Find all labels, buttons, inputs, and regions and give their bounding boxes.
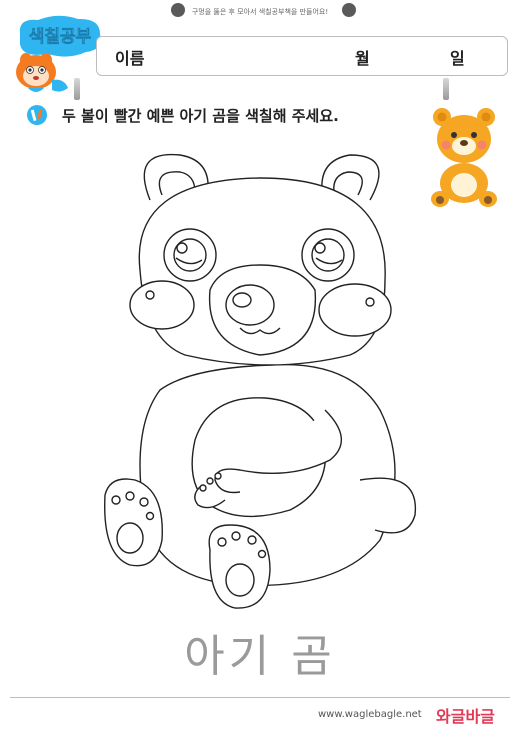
- coloring-bear-line-art: [90, 140, 430, 620]
- binder-clip-right: [443, 78, 449, 100]
- binder-clip-left: [74, 78, 80, 100]
- sample-bear-illustration: [426, 105, 502, 210]
- footer-divider: [10, 697, 510, 698]
- name-date-box: [96, 36, 508, 76]
- name-label: 이름: [115, 49, 145, 68]
- picture-title: 아기 곰: [184, 631, 336, 682]
- task-instruction: 두 볼이 빨간 예쁜 아기 곰을 색칠해 주세요.: [62, 107, 339, 125]
- badge-logo: 색칠공부: [8, 10, 108, 100]
- website-url: www.waglebagle.net: [318, 709, 422, 720]
- month-label: 월: [355, 49, 370, 68]
- brand-logo: 와글바글: [436, 707, 495, 726]
- day-label: 일: [450, 49, 465, 68]
- badge-text: 색칠공부: [29, 26, 92, 47]
- pencil-icon: [26, 104, 48, 126]
